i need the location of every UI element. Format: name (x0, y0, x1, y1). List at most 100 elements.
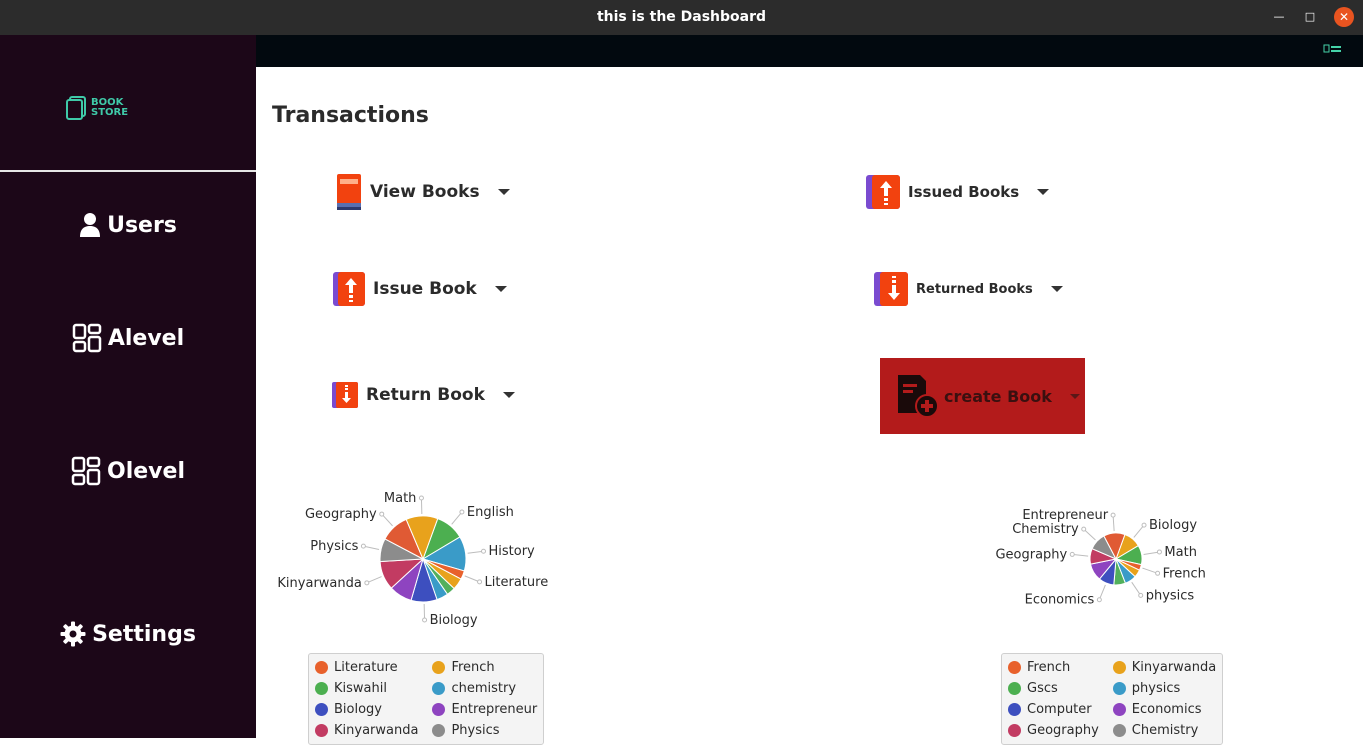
upload-book-icon (333, 271, 365, 307)
issued-books-menu[interactable]: Issued Books (866, 174, 1049, 210)
pie-slice-label: English (467, 505, 514, 520)
chevron-down-icon (1051, 286, 1063, 292)
bookstore-logo: BOOK STORE (66, 96, 128, 120)
pie-slice-label: French (1163, 566, 1206, 581)
pie-label-anchor (1070, 552, 1074, 556)
sidebar-item-olevel[interactable]: Olevel (0, 453, 256, 489)
pie-slice-label: Biology (430, 613, 478, 628)
pie-slice-label: Geography (995, 547, 1067, 562)
pie-slice-label: Math (1164, 545, 1197, 560)
legend-label: chemistry (451, 681, 516, 696)
sidebar-item-label: Alevel (108, 326, 184, 351)
window-titlebar: this is the Dashboard — □ ✕ (0, 0, 1363, 35)
sidebar-item-label: Olevel (107, 459, 185, 484)
legend-label: Chemistry (1132, 723, 1199, 738)
top-strip (256, 35, 1363, 67)
pie-slice-label: Literature (485, 575, 549, 590)
legend-label: Geography (1027, 723, 1099, 738)
pie-slice-label: Math (384, 491, 417, 506)
legend-dot (432, 703, 445, 716)
create-book-button[interactable]: create Book (880, 358, 1085, 434)
legend-dot (1008, 682, 1021, 695)
legend-item: Gscs (1008, 679, 1099, 698)
issue-book-label: Issue Book (373, 279, 477, 299)
legend-dot (1113, 682, 1126, 695)
pie-label-anchor (380, 512, 384, 516)
pie-slice-label: Economics (1025, 593, 1095, 608)
upload-book-icon (866, 174, 900, 210)
pie-label-anchor (1111, 513, 1115, 517)
add-document-icon (896, 373, 940, 419)
sidebar-item-label: Settings (92, 622, 196, 647)
legend-item: Computer (1008, 700, 1099, 719)
returned-books-menu[interactable]: Returned Books (874, 271, 1063, 307)
sidebar-item-settings[interactable]: Settings (0, 616, 256, 652)
sidebar-item-users[interactable]: Users (0, 207, 256, 243)
legend-item: French (432, 658, 537, 677)
legend-dot (432, 682, 445, 695)
legend-dot (432, 661, 445, 674)
legend-dot (315, 682, 328, 695)
minimize-button[interactable]: — (1270, 8, 1288, 26)
legend-dot (1113, 703, 1126, 716)
return-book-menu[interactable]: Return Book (332, 381, 515, 409)
book-logo-icon (1323, 44, 1343, 54)
legend-item: Kinyarwanda (315, 721, 418, 740)
chevron-down-icon (1070, 394, 1080, 399)
chevron-down-icon (498, 189, 510, 195)
legend-item: Physics (432, 721, 537, 740)
pie-label-anchor (1142, 523, 1146, 527)
pie-label-anchor (423, 618, 427, 622)
pie-label-anchor (1082, 527, 1086, 531)
legend-label: Physics (451, 723, 499, 738)
chart-legend-1: Literature French Kiswahil chemistry Bio… (308, 653, 544, 745)
pie-label-anchor (1157, 550, 1161, 554)
legend-dot (1113, 724, 1126, 737)
legend-dot (432, 724, 445, 737)
legend-label: Gscs (1027, 681, 1058, 696)
pie-slice-label: History (489, 544, 536, 559)
sidebar-item-alevel[interactable]: Alevel (0, 320, 256, 356)
view-books-menu[interactable]: View Books (336, 173, 510, 211)
logo-line-2: STORE (91, 108, 128, 118)
legend-item: Biology (315, 700, 418, 719)
pie-slice-label: Biology (1149, 518, 1197, 533)
legend-dot (1008, 661, 1021, 674)
grid-icon (72, 323, 102, 353)
gear-icon (60, 621, 86, 647)
chevron-down-icon (503, 392, 515, 398)
legend-item: Economics (1113, 700, 1216, 719)
legend-label: Kiswahil (334, 681, 387, 696)
issue-book-menu[interactable]: Issue Book (333, 271, 507, 307)
returned-books-label: Returned Books (916, 282, 1033, 297)
legend-dot (1008, 703, 1021, 716)
legend-item: physics (1113, 679, 1216, 698)
close-button[interactable]: ✕ (1334, 7, 1354, 27)
grid-icon (71, 456, 101, 486)
legend-item: Kinyarwanda (1113, 658, 1216, 677)
create-book-label: create Book (944, 387, 1052, 406)
book-logo-icon (66, 96, 88, 120)
view-books-label: View Books (370, 182, 480, 202)
pie-slice-label: Kinyarwanda (277, 576, 361, 591)
chart-legend-2: French Kinyarwanda Gscs physics Computer… (1001, 653, 1223, 745)
maximize-button[interactable]: □ (1301, 8, 1319, 26)
legend-label: Biology (334, 702, 382, 717)
download-book-icon (874, 271, 908, 307)
legend-label: French (1027, 660, 1070, 675)
pie-label-anchor (478, 580, 482, 584)
user-icon (79, 212, 101, 238)
page-title: Transactions (272, 103, 429, 128)
pie-label-anchor (365, 581, 369, 585)
sidebar: BOOK STORE Users Alevel Olevel (0, 35, 256, 738)
pie-label-anchor (361, 544, 365, 548)
charts-area: English History Literature Biology Kinyarwan… (256, 470, 1363, 650)
legend-item: Chemistry (1113, 721, 1216, 740)
legend-label: Entrepreneur (451, 702, 537, 717)
window-title: this is the Dashboard (0, 9, 1363, 25)
legend-item: Literature (315, 658, 418, 677)
legend-item: French (1008, 658, 1099, 677)
return-book-label: Return Book (366, 385, 485, 405)
sidebar-divider (0, 170, 256, 172)
sidebar-item-label: Users (107, 213, 177, 238)
